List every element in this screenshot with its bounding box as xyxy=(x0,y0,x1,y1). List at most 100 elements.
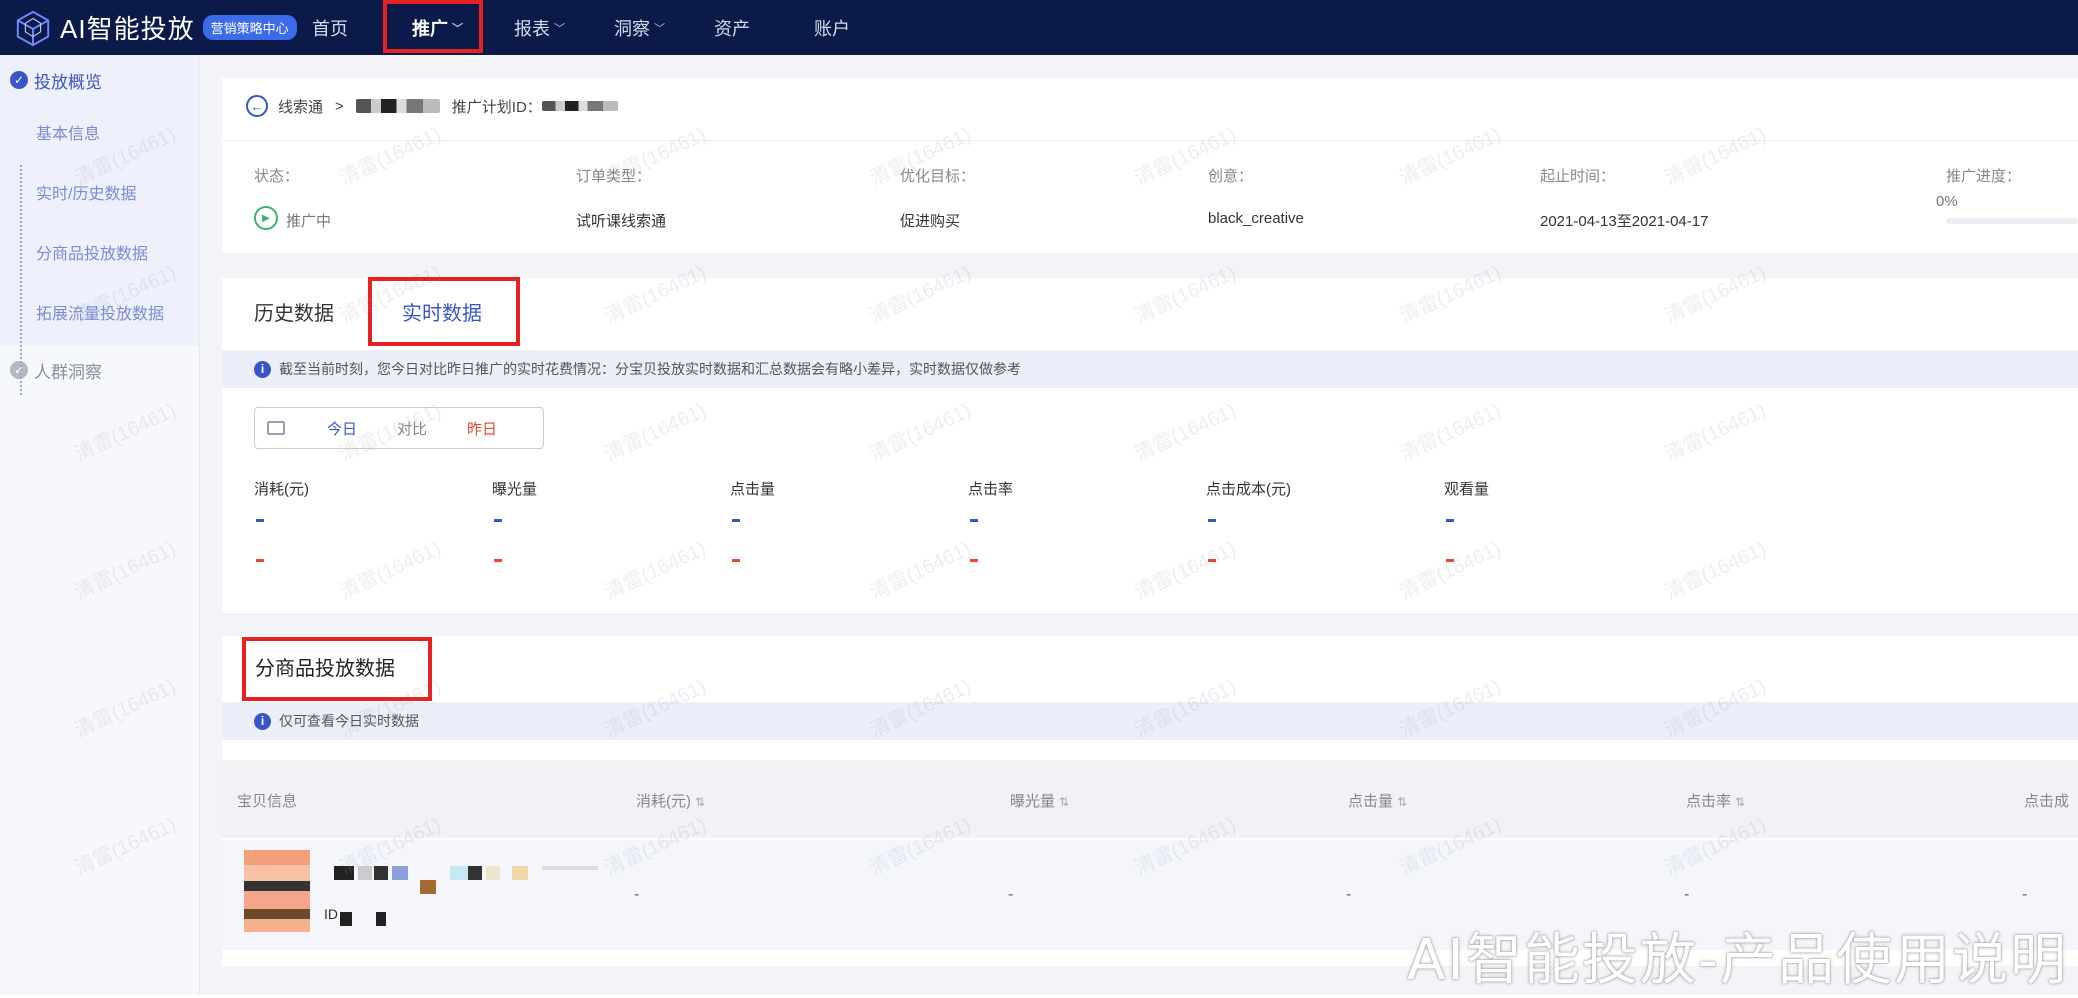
sidebar-item-product-data[interactable]: 分商品投放数据 xyxy=(0,225,199,285)
redacted-plan-name xyxy=(355,99,440,113)
cell-clicks: - xyxy=(1346,886,1352,903)
date-compare-segment: 今日 对比 昨日 xyxy=(254,407,544,449)
col-ctr[interactable]: 点击率 ⇅ xyxy=(1686,790,1745,811)
highlight-box-realtime xyxy=(368,277,520,346)
sort-icon[interactable]: ⇅ xyxy=(1735,795,1745,809)
order-type-value: 试听课线索通 xyxy=(576,213,667,230)
date-range-value: 2021-04-13至2021-04-17 xyxy=(1540,213,1709,230)
sort-icon[interactable]: ⇅ xyxy=(1059,795,1069,809)
status-value: 推广中 xyxy=(286,213,332,230)
calendar-icon[interactable] xyxy=(267,421,285,435)
sidebar-section-label: 人群洞察 xyxy=(34,362,102,382)
redacted-plan-id xyxy=(541,101,618,111)
info-icon: i xyxy=(254,360,271,378)
footer-title: AI智能投放-产品使用说明 xyxy=(1406,928,2068,993)
column-label: 点击量 xyxy=(1348,793,1394,810)
nav-account[interactable]: 账户 xyxy=(814,0,850,55)
chevron-down-icon: ﹀ xyxy=(654,22,665,35)
chevron-down-icon: ﹀ xyxy=(554,22,565,35)
breadcrumb: ← 线索通 > 推广计划ID： xyxy=(246,95,618,117)
divider xyxy=(222,140,2078,141)
sidebar-tree-line xyxy=(20,165,22,395)
redacted-title xyxy=(374,866,388,880)
metric-views-today xyxy=(1446,519,1454,522)
cell-impressions: - xyxy=(1008,886,1014,903)
col-cpc[interactable]: 点击成 xyxy=(2024,790,2069,811)
metric-clicks-yesterday xyxy=(732,559,740,562)
progress-label: 推广进度： xyxy=(1946,168,2022,185)
logo[interactable]: AI智能投放 营销策略中心 xyxy=(14,0,297,55)
metric-ctr-today xyxy=(970,519,978,522)
tab-history[interactable]: 历史数据 xyxy=(254,297,334,326)
creative-value: black_creative xyxy=(1208,210,1304,227)
metric-ctr-yesterday xyxy=(970,559,978,562)
highlight-box-promotion xyxy=(383,0,483,53)
plan-id-label: 推广计划ID： xyxy=(451,98,542,116)
metric-cpc-yesterday xyxy=(1208,559,1216,562)
nav-reports[interactable]: 报表 ﹀ xyxy=(514,0,565,55)
sidebar-item-realtime-history[interactable]: 实时/历史数据 xyxy=(0,165,199,225)
col-clicks[interactable]: 点击量 ⇅ xyxy=(1348,790,1407,811)
redacted-title xyxy=(392,866,408,880)
metric-views-label: 观看量 xyxy=(1444,481,1490,498)
highlight-box-product xyxy=(242,637,432,701)
metric-cost-label: 消耗(元) xyxy=(254,481,309,498)
optimization-goal-value: 促进购买 xyxy=(900,213,961,230)
sidebar-item-traffic-data[interactable]: 拓展流量投放数据 xyxy=(0,285,199,345)
metric-views-yesterday xyxy=(1446,559,1454,562)
nav-home[interactable]: 首页 xyxy=(312,0,348,55)
redacted-title xyxy=(542,866,598,870)
cube-logo-icon xyxy=(16,10,50,46)
cell-cpc: - xyxy=(2022,886,2028,903)
back-arrow-icon[interactable]: ← xyxy=(246,95,268,117)
redacted-title xyxy=(468,866,482,880)
product-thumbnail[interactable] xyxy=(244,850,310,932)
metric-ctr-label: 点击率 xyxy=(968,481,1014,498)
redacted-id xyxy=(340,912,352,926)
segment-compare: 对比 xyxy=(397,420,428,438)
sort-icon[interactable]: ⇅ xyxy=(695,795,705,809)
nav-assets[interactable]: 资产 xyxy=(714,0,750,55)
info-icon: i xyxy=(254,712,271,730)
table-header xyxy=(222,760,2078,838)
progress-value: 0% xyxy=(1936,193,1958,210)
cell-ctr: - xyxy=(1684,886,1690,903)
nav-label: 资产 xyxy=(714,18,750,39)
product-notice: i 仅可查看今日实时数据 xyxy=(222,702,2078,740)
logo-badge: 营销策略中心 xyxy=(202,15,297,40)
date-range-label: 起止时间： xyxy=(1540,168,1616,185)
column-label: 消耗(元) xyxy=(636,793,691,810)
product-id-label: ID xyxy=(324,906,338,922)
sidebar-section-audience[interactable]: ✓ 人群洞察 xyxy=(0,345,199,395)
segment-yesterday[interactable]: 昨日 xyxy=(467,418,497,439)
nav-label: 洞察 xyxy=(614,18,650,39)
col-cost[interactable]: 消耗(元) ⇅ xyxy=(636,790,705,811)
sort-icon[interactable]: ⇅ xyxy=(1397,795,1407,809)
metric-clicks-label: 点击量 xyxy=(730,481,776,498)
metric-cpc-label: 点击成本(元) xyxy=(1206,481,1291,498)
segment-today[interactable]: 今日 xyxy=(327,418,357,439)
sidebar-item-basic-info[interactable]: 基本信息 xyxy=(0,105,199,165)
sidebar-section-label: 投放概览 xyxy=(34,72,102,92)
sidebar: ✓ 投放概览 基本信息 实时/历史数据 分商品投放数据 拓展流量投放数据 ✓ 人… xyxy=(0,55,200,995)
breadcrumb-parent[interactable]: 线索通 xyxy=(278,96,323,117)
metric-impressions-label: 曝光量 xyxy=(492,481,538,498)
redacted-title xyxy=(512,866,528,880)
col-impressions[interactable]: 曝光量 ⇅ xyxy=(1010,790,1069,811)
col-product-info: 宝贝信息 xyxy=(237,790,297,811)
redacted-title xyxy=(358,866,372,880)
redacted-id xyxy=(376,912,386,926)
nav-insights[interactable]: 洞察 ﹀ xyxy=(614,0,665,55)
cell-cost: - xyxy=(634,886,640,903)
metric-impressions-today xyxy=(494,519,502,522)
metric-cpc-today xyxy=(1208,519,1216,522)
redacted-title xyxy=(334,866,354,880)
nav-label: 账户 xyxy=(814,18,850,39)
column-label: 曝光量 xyxy=(1010,793,1056,810)
column-label: 点击率 xyxy=(1686,793,1732,810)
column-label: 宝贝信息 xyxy=(237,793,298,810)
redacted-title xyxy=(420,880,436,894)
sidebar-section-overview[interactable]: ✓ 投放概览 xyxy=(0,55,199,105)
metric-clicks-today xyxy=(732,519,740,522)
optimization-goal-label: 优化目标： xyxy=(900,168,976,185)
